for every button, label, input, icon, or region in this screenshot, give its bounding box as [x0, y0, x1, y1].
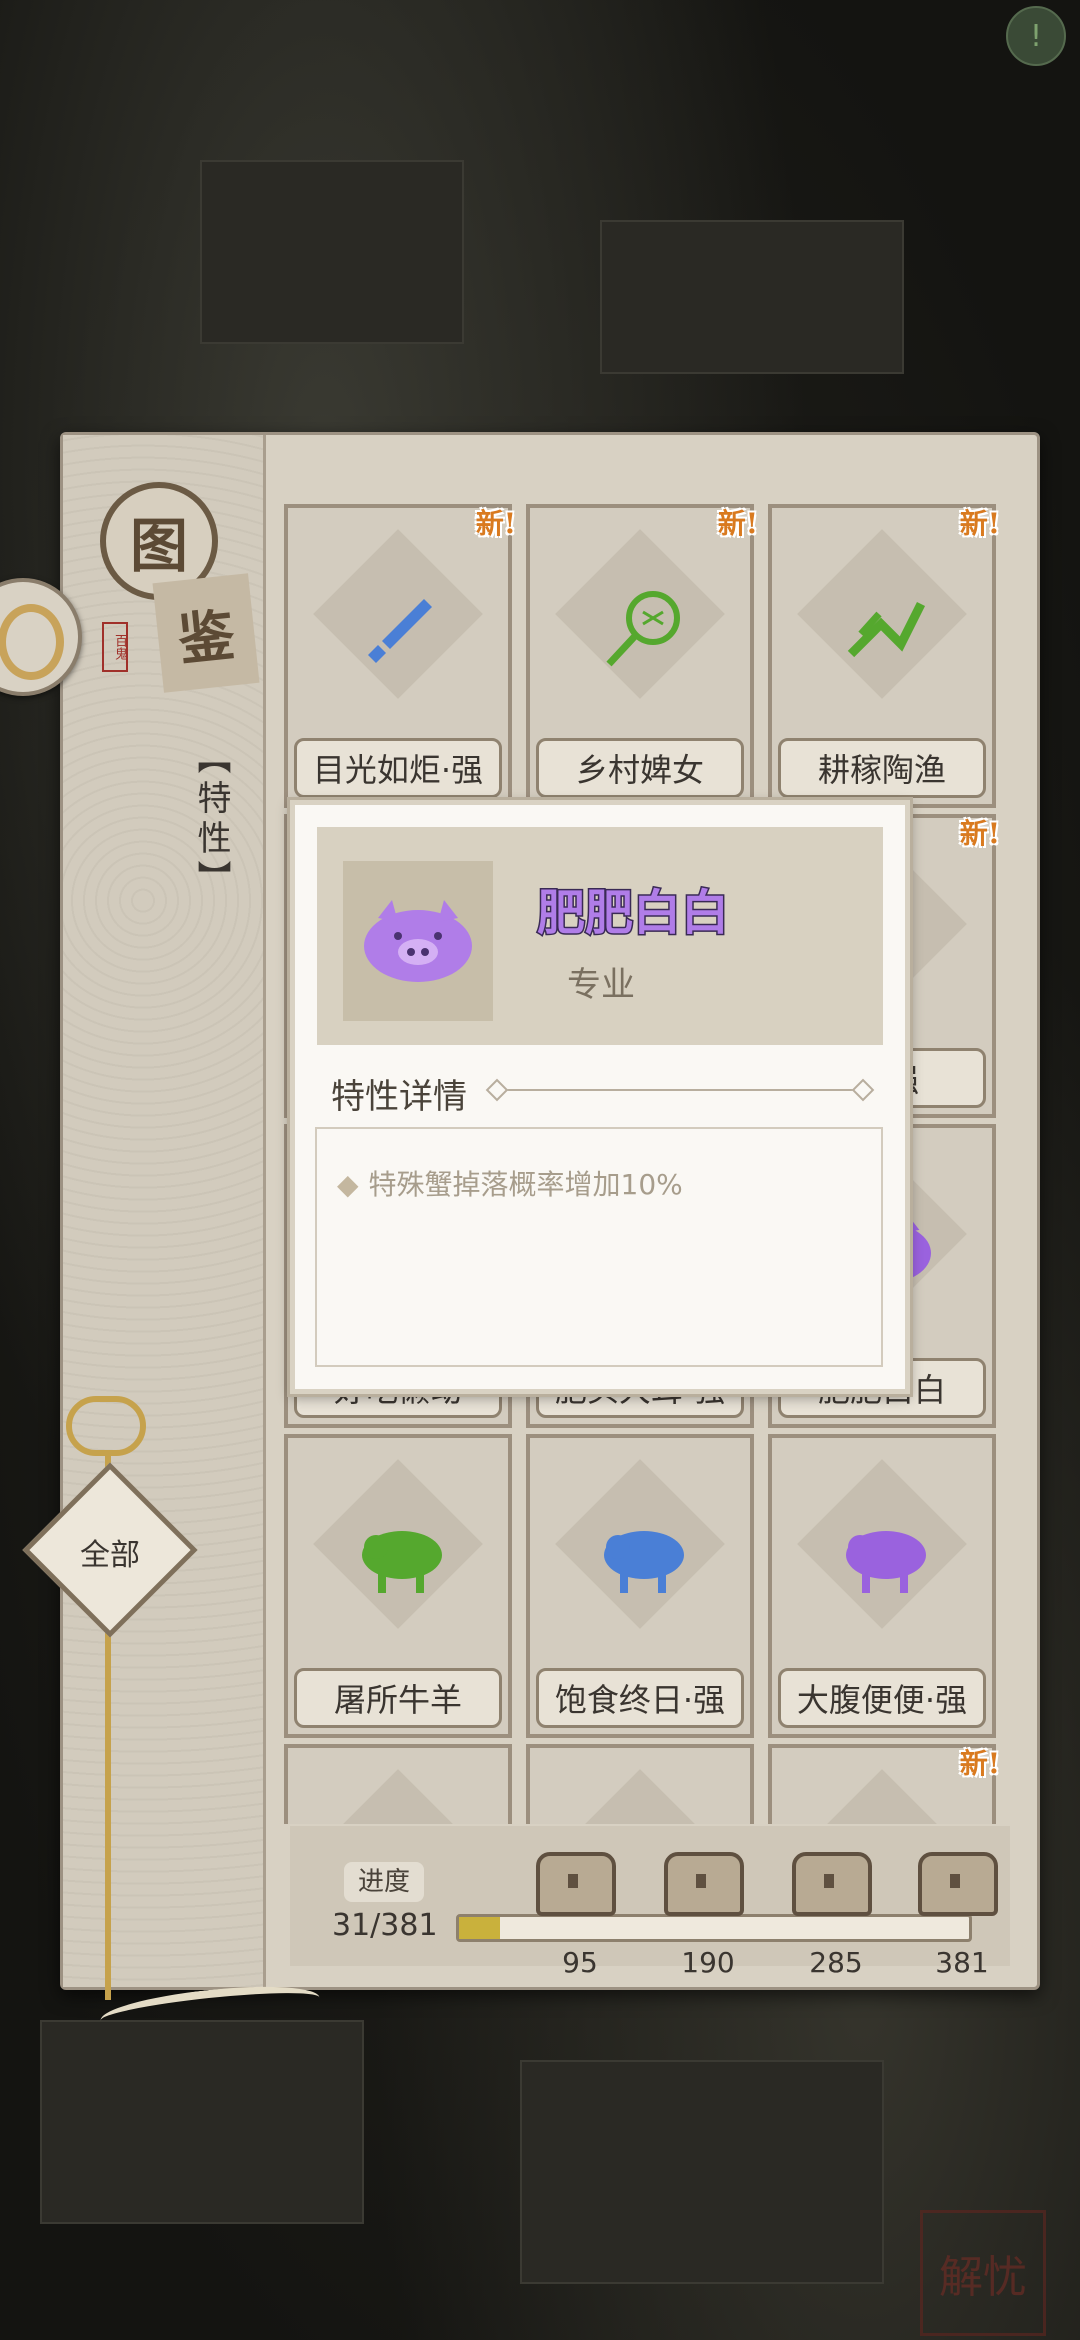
detail-text: 特殊蟹掉落概率增加10%	[368, 1168, 683, 1201]
progress-fill	[459, 1917, 501, 1939]
progress-value: 31/381	[332, 1908, 438, 1943]
detail-divider	[485, 1078, 875, 1102]
milestone-4: 381	[935, 1946, 989, 1979]
new-badge: 新!	[717, 507, 758, 540]
trait-card-name: 屠所牛羊	[294, 1668, 502, 1728]
corner-seal[interactable]: 解忧	[920, 2210, 1046, 2336]
progress-bar	[456, 1914, 972, 1942]
sword-icon	[342, 574, 462, 684]
progress-counter: 进度 31/381	[332, 1862, 438, 1962]
trait-name: 肥肥白白	[535, 884, 730, 943]
trait-card[interactable]: 耕稼陶渔 新!	[768, 504, 1000, 808]
reward-chest-3[interactable]	[792, 1852, 872, 1916]
alert-icon[interactable]: !	[1006, 6, 1066, 66]
card-diamond-bg	[313, 1769, 483, 1824]
card-diamond-bg	[797, 1769, 967, 1824]
trait-portrait	[343, 861, 493, 1021]
detail-box: ◆ 特殊蟹掉落概率增加10%	[315, 1127, 883, 1367]
popup-header: 肥肥白白 专业	[317, 827, 883, 1045]
sheep-icon	[342, 1504, 462, 1614]
trait-card[interactable]: 乡村婢女 新!	[526, 504, 758, 808]
knot-ornament	[66, 1396, 146, 1456]
new-badge: 新!	[475, 507, 516, 540]
new-badge: 新!	[959, 817, 1000, 850]
trait-card[interactable]	[284, 1744, 512, 1824]
new-badge: 新!	[959, 1747, 1000, 1780]
return-icon	[0, 604, 64, 680]
trait-card[interactable]: 大腹便便·强	[768, 1434, 996, 1738]
reward-chest-1[interactable]	[536, 1852, 616, 1916]
progress-panel: 进度 31/381 95 190 285 381	[290, 1826, 1010, 1979]
card-diamond-bg	[555, 1769, 725, 1824]
trait-detail-popup[interactable]: 肥肥白白 专业 特性详情 ◆ 特殊蟹掉落概率增加10%	[290, 800, 910, 1394]
milestone-2: 190	[681, 1946, 735, 1979]
trait-card-name: 耕稼陶渔	[778, 738, 986, 798]
category-label: 【特性】	[191, 740, 231, 900]
trait-card-name: 大腹便便·强	[778, 1668, 986, 1728]
trait-card[interactable]: 新!	[768, 1744, 1000, 1824]
milestone-1: 95	[562, 1946, 598, 1979]
sheep-icon	[584, 1504, 704, 1614]
detail-text-row: ◆ 特殊蟹掉落概率增加10%	[337, 1163, 683, 1203]
plow-icon	[826, 574, 946, 684]
trait-type: 专业	[567, 965, 635, 1005]
trait-card[interactable]: 饱食终日·强	[526, 1434, 754, 1738]
fishing-net-icon	[584, 574, 704, 684]
title-stamp: 百鬼	[102, 622, 128, 672]
filter-all-label[interactable]: 全部	[48, 1530, 172, 1574]
reward-chest-4[interactable]	[918, 1852, 998, 1916]
trait-card[interactable]: 屠所牛羊	[284, 1434, 512, 1738]
reward-chest-2[interactable]	[664, 1852, 744, 1916]
title-char-2: 鉴	[152, 573, 260, 693]
trait-card[interactable]: 目光如炬·强 新!	[284, 504, 516, 808]
trait-card-name: 目光如炬·强	[294, 738, 502, 798]
book-title: 图 鉴 百鬼	[100, 474, 260, 693]
pig-icon	[364, 900, 472, 982]
new-badge: 新!	[959, 507, 1000, 540]
milestone-3: 285	[809, 1946, 863, 1979]
progress-label: 进度	[344, 1862, 424, 1902]
trait-card[interactable]	[526, 1744, 754, 1824]
sheep-icon	[826, 1504, 946, 1614]
trait-card-name: 饱食终日·强	[536, 1668, 744, 1728]
detail-heading: 特性详情	[331, 1077, 467, 1117]
bullet-icon: ◆	[337, 1168, 359, 1201]
trait-card-name: 乡村婢女	[536, 738, 744, 798]
